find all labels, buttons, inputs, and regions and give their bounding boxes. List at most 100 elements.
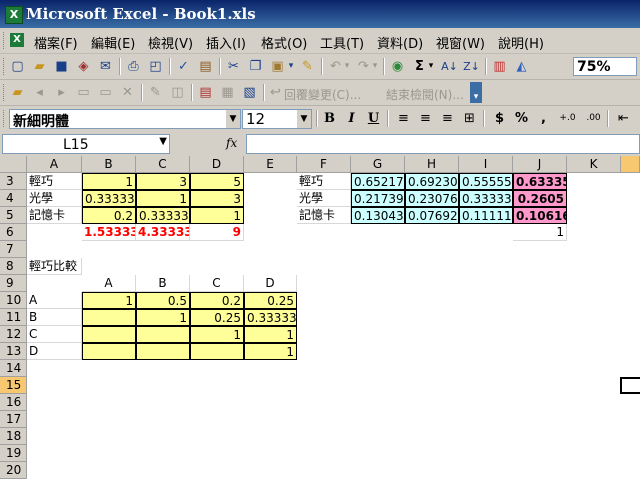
align-center-icon[interactable]: ≡: [416, 109, 435, 128]
column-header-L[interactable]: [621, 156, 640, 173]
menu-format[interactable]: 格式(O): [261, 33, 307, 52]
column-header-B[interactable]: B: [82, 156, 136, 173]
paste-icon[interactable]: ▣: [268, 57, 287, 76]
new-comment-icon[interactable]: ▰: [8, 83, 27, 102]
row-header[interactable]: 17: [0, 411, 27, 428]
italic-button[interactable]: I: [342, 109, 361, 128]
row-header[interactable]: 10: [0, 292, 27, 309]
cut-icon[interactable]: ✂: [224, 57, 243, 76]
merge-center-icon[interactable]: ⊞: [460, 109, 479, 128]
cell-j3[interactable]: 0.63335: [513, 173, 567, 190]
column-header-J[interactable]: J: [513, 156, 567, 173]
cell-a4[interactable]: 光學: [27, 190, 82, 207]
reply-with-changes-icon[interactable]: ↩: [266, 83, 285, 102]
column-header-K[interactable]: K: [567, 156, 621, 173]
cell-d13[interactable]: [190, 343, 244, 360]
bold-button[interactable]: B: [320, 109, 339, 128]
column-header-C[interactable]: C: [136, 156, 190, 173]
cell-b12[interactable]: [82, 326, 136, 343]
menu-help[interactable]: 說明(H): [498, 33, 544, 52]
toolbar-grip[interactable]: [3, 110, 7, 127]
worksheet-grid[interactable]: A B C D E F G H I J K 3 4 5 6 7 8 9 10 1…: [0, 156, 640, 480]
row-header[interactable]: 9: [0, 275, 27, 292]
cell-b4[interactable]: 0.333333: [82, 190, 136, 207]
sort-ascending-icon[interactable]: A↓: [440, 57, 459, 76]
cell-c5[interactable]: 0.333333: [136, 207, 190, 224]
cell-d4[interactable]: 3: [190, 190, 244, 207]
cell-e10[interactable]: 0.25: [244, 292, 297, 309]
column-header-G[interactable]: G: [351, 156, 405, 173]
cell-d11[interactable]: 0.25: [190, 309, 244, 326]
cell-g4[interactable]: 0.217391: [351, 190, 405, 207]
chart-wizard-icon[interactable]: ▥: [490, 57, 509, 76]
drawing-icon[interactable]: ◭: [512, 57, 531, 76]
ink-annotations-icon[interactable]: ✎: [146, 83, 165, 102]
column-header-I[interactable]: I: [459, 156, 513, 173]
hyperlink-icon[interactable]: ◉: [388, 57, 407, 76]
save-icon[interactable]: ■: [52, 57, 71, 76]
row-header[interactable]: 11: [0, 309, 27, 326]
row-header[interactable]: 6: [0, 224, 27, 241]
cell-d12[interactable]: 1: [190, 326, 244, 343]
font-name-box[interactable]: 新細明體 ▼: [9, 109, 241, 130]
percent-button[interactable]: %: [512, 109, 531, 128]
cell-a12[interactable]: C: [27, 326, 82, 343]
sort-descending-icon[interactable]: Z↓: [462, 57, 481, 76]
decrease-indent-icon[interactable]: ⇤: [614, 109, 633, 128]
cell-b11[interactable]: [82, 309, 136, 326]
cell-h5[interactable]: 0.076923: [405, 207, 459, 224]
menu-view[interactable]: 檢視(V): [148, 33, 193, 52]
cell-c10[interactable]: 0.5: [136, 292, 190, 309]
column-header-F[interactable]: F: [297, 156, 351, 173]
undo-dropdown-icon[interactable]: ▾: [342, 57, 352, 76]
row-header[interactable]: 8: [0, 258, 27, 275]
cell-i4[interactable]: 0.333333: [459, 190, 513, 207]
cell-b13[interactable]: [82, 343, 136, 360]
cell-i5[interactable]: 0.111111: [459, 207, 513, 224]
show-comment-icon[interactable]: ▭: [74, 83, 93, 102]
cell-f5[interactable]: 記憶卡: [297, 207, 351, 224]
align-right-icon[interactable]: ≡: [438, 109, 457, 128]
name-box-dropdown-icon[interactable]: ▼: [159, 136, 167, 147]
excel-icon[interactable]: X: [5, 6, 23, 24]
row-header[interactable]: 14: [0, 360, 27, 377]
cell-e9[interactable]: D: [244, 275, 297, 292]
spelling-icon[interactable]: ✓: [174, 57, 193, 76]
font-size-dropdown-icon[interactable]: ▼: [297, 110, 311, 128]
cell-f3[interactable]: 輕巧: [297, 173, 351, 190]
currency-button[interactable]: $: [490, 109, 509, 128]
cell-d3[interactable]: 5: [190, 173, 244, 190]
cell-g5[interactable]: 0.130435: [351, 207, 405, 224]
cell-a11[interactable]: B: [27, 309, 82, 326]
cell-g3[interactable]: 0.652174: [351, 173, 405, 190]
paste-dropdown-icon[interactable]: ▾: [286, 57, 296, 76]
toolbar-grip[interactable]: [3, 32, 7, 49]
email-icon[interactable]: ✉: [96, 57, 115, 76]
delete-comment-icon[interactable]: ✕: [118, 83, 137, 102]
select-all-corner[interactable]: [0, 156, 27, 173]
increase-decimal-icon[interactable]: +.0: [558, 109, 577, 128]
cell-d6[interactable]: 9: [190, 224, 244, 241]
menu-window[interactable]: 視窗(W): [436, 33, 485, 52]
cell-d10[interactable]: 0.2: [190, 292, 244, 309]
workbook-icon[interactable]: X: [10, 33, 24, 47]
open-icon[interactable]: ▰: [30, 57, 49, 76]
underline-button[interactable]: U: [364, 109, 383, 128]
row-header[interactable]: 7: [0, 241, 27, 258]
menu-insert[interactable]: 插入(I): [206, 33, 246, 52]
cell-c6[interactable]: 4.33333: [136, 224, 190, 241]
cell-c3[interactable]: 3: [136, 173, 190, 190]
menu-edit[interactable]: 編輯(E): [91, 33, 135, 52]
menu-tools[interactable]: 工具(T): [320, 33, 364, 52]
cell-e13[interactable]: 1: [244, 343, 297, 360]
autosum-dropdown-icon[interactable]: ▾: [426, 57, 436, 76]
cell-a13[interactable]: D: [27, 343, 82, 360]
cell-a10[interactable]: A: [27, 292, 82, 309]
permission-icon[interactable]: ◈: [74, 57, 93, 76]
column-header-H[interactable]: H: [405, 156, 459, 173]
cell-b6[interactable]: 1.53333: [82, 224, 136, 241]
row-header[interactable]: 5: [0, 207, 27, 224]
toolbar-grip[interactable]: [3, 58, 7, 75]
cell-b10[interactable]: 1: [82, 292, 136, 309]
row-header[interactable]: 19: [0, 445, 27, 462]
